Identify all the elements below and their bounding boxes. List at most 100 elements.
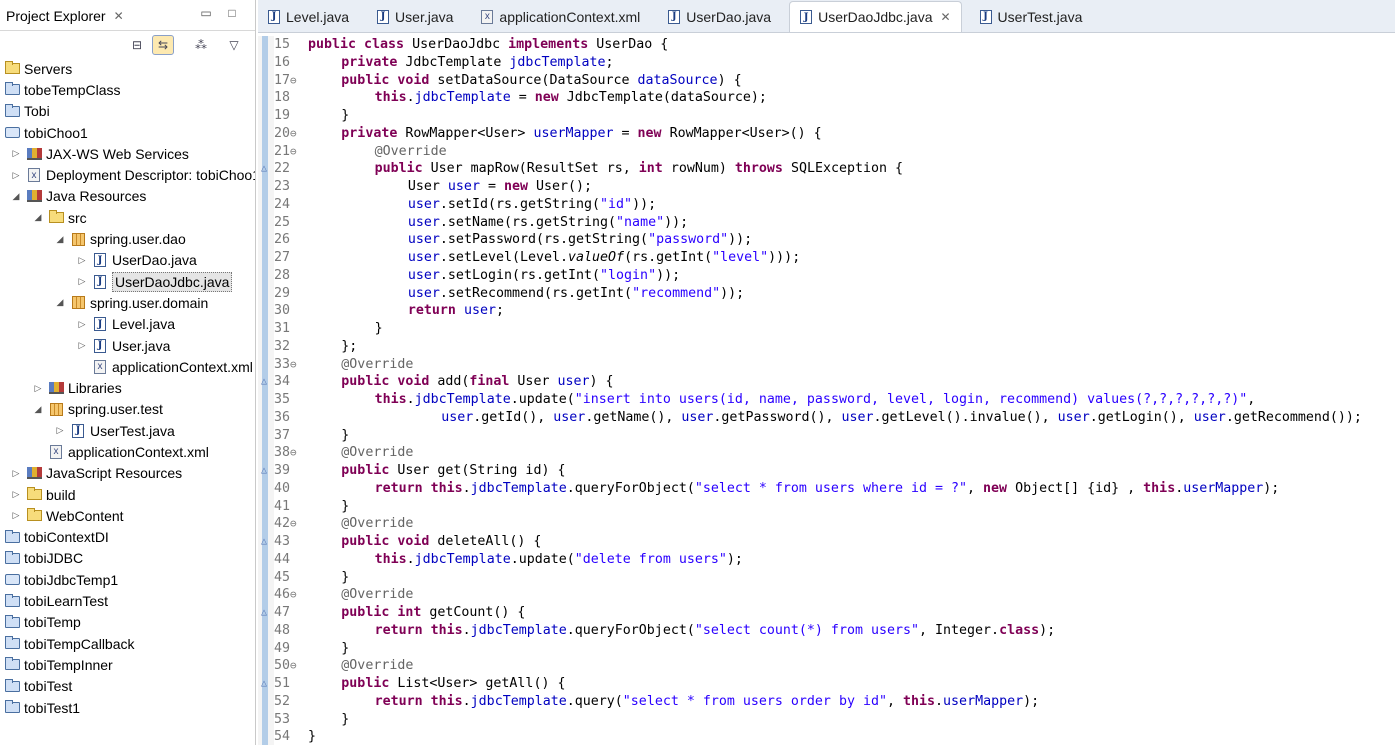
tree-item[interactable]: ◢ Java Resources [0, 186, 255, 207]
tree-item[interactable]: ◢ spring.user.dao [0, 228, 255, 249]
tree-item[interactable]: ▷ J UserDao.java [0, 250, 255, 271]
code-token: user [407, 214, 440, 230]
tree-item[interactable]: x applicationContext.xml [0, 356, 255, 377]
code-token: "delete from users" [574, 551, 727, 567]
fold-toggle-icon[interactable]: ⊖ [290, 515, 297, 533]
project-tree: Servers tobeTempClass Tobi tobiChoo1 ▷ JAX-WS… [0, 58, 255, 718]
tree-item[interactable]: ▷ J User.java [0, 335, 255, 356]
line-number-text: 46 [274, 587, 291, 603]
code-token: user [447, 179, 480, 194]
focus-task-icon[interactable]: ⁂ [190, 35, 212, 55]
project-explorer-tab[interactable]: Project Explorer ✕ [0, 0, 130, 31]
editor-tab-label: UserDaoJdbc.java [818, 9, 933, 25]
line-number: 15 [274, 36, 308, 54]
tree-item[interactable]: tobiTempInner [0, 654, 255, 675]
expand-arrow-icon[interactable]: ▷ [76, 340, 88, 351]
code-editor[interactable]: 15 public class UserDaoJdbc implements Us… [258, 36, 1395, 745]
editor-tab[interactable]: J UserDaoJdbc.java ✕ [789, 1, 962, 32]
tree-item[interactable]: tobiTemp [0, 612, 255, 633]
code-token: jdbcTemplate [414, 392, 511, 407]
tree-item[interactable]: tobiJdbcTemp1 [0, 569, 255, 590]
expand-arrow-icon[interactable]: ▷ [32, 383, 44, 394]
tree-item-label: tobiTempInner [24, 656, 113, 673]
collapse-arrow-icon[interactable]: ◢ [32, 404, 44, 415]
tree-item[interactable]: tobiChoo1 [0, 122, 255, 143]
fold-toggle-icon[interactable]: ⊖ [290, 657, 297, 675]
close-icon[interactable]: ✕ [940, 10, 950, 24]
tree-item-label: tobiTest1 [24, 699, 81, 716]
fold-toggle-icon[interactable]: ⊖ [290, 72, 297, 90]
tree-item[interactable]: Tobi [0, 101, 255, 122]
tree-item[interactable]: tobiTest1 [0, 697, 255, 718]
tree-item[interactable]: tobiTest [0, 676, 255, 697]
tree-item[interactable]: ▷ Libraries [0, 377, 255, 398]
collapse-arrow-icon[interactable]: ◢ [10, 191, 22, 202]
editor-tab[interactable]: J User.java [367, 1, 463, 32]
expand-arrow-icon[interactable]: ▷ [10, 489, 22, 500]
maximize-icon[interactable]: □ [225, 6, 239, 20]
expand-arrow-icon[interactable]: ▷ [76, 319, 88, 330]
tree-item[interactable]: ▷ JAX-WS Web Services [0, 143, 255, 164]
tree-item[interactable]: tobiJDBC [0, 548, 255, 569]
tree-item[interactable]: ◢ spring.user.domain [0, 292, 255, 313]
editor-tab[interactable]: x applicationContext.xml [471, 1, 650, 32]
override-marker-icon: △ [261, 607, 268, 618]
tree-item-label: Libraries [68, 380, 122, 397]
editor-tab[interactable]: J UserTest.java [970, 1, 1093, 32]
tree-item[interactable]: tobiLearnTest [0, 590, 255, 611]
link-with-editor-icon[interactable]: ⇆ [152, 35, 174, 55]
editor-tab[interactable]: J Level.java [258, 1, 359, 32]
view-menu-icon[interactable]: ▽ [223, 35, 245, 55]
code-token: user [841, 409, 874, 425]
fold-toggle-icon[interactable]: ⊖ [290, 125, 297, 143]
line-number: 27 [274, 249, 308, 267]
tree-item[interactable]: ▷ x Deployment Descriptor: tobiChoo1 [0, 164, 255, 185]
tree-item-label: UserDao.java [112, 252, 197, 269]
expand-arrow-icon[interactable]: ▷ [10, 148, 22, 159]
fold-toggle-icon[interactable]: ⊖ [290, 356, 297, 374]
code-text: public void add(final User user) { [308, 373, 613, 391]
editor-tab[interactable]: J UserDao.java [658, 1, 781, 32]
java-file-icon: J [92, 253, 108, 268]
editor-tab-label: UserTest.java [997, 8, 1083, 25]
collapse-all-icon[interactable]: ⊟ [126, 35, 148, 55]
tree-item[interactable]: ▷ WebContent [0, 505, 255, 526]
tree-item[interactable]: ▷ J UserDaoJdbc.java [0, 271, 255, 292]
code-text: user.getId(), user.getName(), user.getPa… [308, 409, 1362, 427]
collapse-arrow-icon[interactable]: ◢ [32, 212, 44, 223]
tree-item-label: applicationContext.xml [112, 358, 253, 375]
expand-arrow-icon[interactable]: ▷ [10, 510, 22, 521]
expand-arrow-icon[interactable]: ▷ [76, 255, 88, 266]
tree-item[interactable]: ▷ build [0, 484, 255, 505]
fold-toggle-icon[interactable]: ⊖ [290, 586, 297, 604]
source-folder-icon [48, 210, 64, 225]
minimize-icon[interactable]: ▭ [199, 6, 213, 20]
tree-item[interactable]: ▷ J UserTest.java [0, 420, 255, 441]
tree-item[interactable]: ▷ J Level.java [0, 314, 255, 335]
tree-item[interactable]: ◢ src [0, 207, 255, 228]
tree-item[interactable]: Servers [0, 58, 255, 79]
code-token: deleteAll() { [429, 534, 542, 549]
project-icon [4, 657, 20, 672]
tree-item[interactable]: x applicationContext.xml [0, 441, 255, 462]
code-token: final [469, 374, 510, 390]
expand-arrow-icon[interactable]: ▷ [54, 425, 66, 436]
tree-item[interactable]: ◢ spring.user.test [0, 399, 255, 420]
code-token: "select count(*) from users" [694, 622, 919, 638]
expand-arrow-icon[interactable]: ▷ [76, 276, 88, 287]
collapse-arrow-icon[interactable]: ◢ [54, 234, 66, 245]
xml-file-icon: x [48, 444, 64, 459]
expand-arrow-icon[interactable]: ▷ [10, 468, 22, 479]
tree-item[interactable]: tobeTempClass [0, 79, 255, 100]
collapse-arrow-icon[interactable]: ◢ [54, 297, 66, 308]
code-line: 46 ⊖ @Override [274, 586, 1362, 604]
close-icon[interactable]: ✕ [114, 9, 124, 23]
tree-item[interactable]: ▷ JavaScript Resources [0, 463, 255, 484]
tree-item[interactable]: tobiTempCallback [0, 633, 255, 654]
fold-toggle-icon[interactable]: ⊖ [290, 444, 297, 462]
code-token: User mapRow(ResultSet rs, [422, 161, 639, 177]
line-number-text: 40 [274, 480, 291, 496]
fold-toggle-icon[interactable]: ⊖ [290, 143, 297, 161]
tree-item[interactable]: tobiContextDI [0, 527, 255, 548]
expand-arrow-icon[interactable]: ▷ [10, 170, 22, 181]
